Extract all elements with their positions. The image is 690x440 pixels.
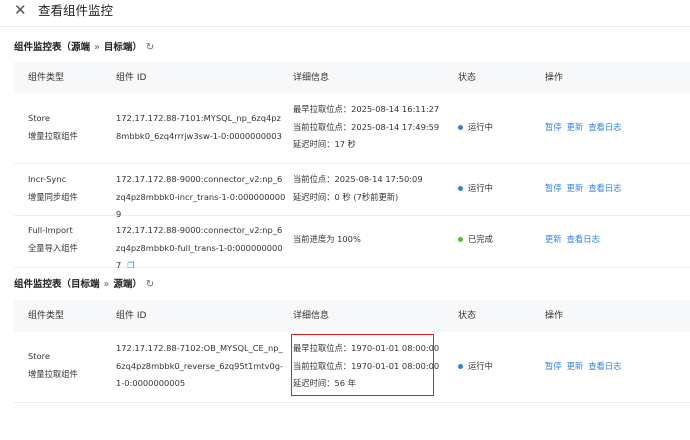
- pause-button[interactable]: 暂停: [545, 183, 562, 193]
- refresh-icon[interactable]: ↻: [146, 279, 154, 290]
- table-header: 组件类型 组件 ID 详细信息 状态 操作: [14, 62, 690, 94]
- status-badge: 运行中: [458, 180, 493, 198]
- column-header-id: 组件 ID: [116, 311, 147, 321]
- table-row: Full-Import 全量导入组件 172.17.172.88-9000:co…: [14, 216, 690, 270]
- column-header-type: 组件类型: [28, 73, 65, 83]
- component-type: Incr-Sync 增量同步组件: [28, 174, 78, 202]
- status-badge: 运行中: [458, 119, 493, 137]
- detail-info: 当前进度为 100%: [293, 234, 361, 244]
- detail-info: 当前位点：2025-08-14 17:50:09 延迟时间：0 秒 (7秒前更新…: [293, 174, 423, 202]
- row-actions: 暂停 更新 查看日志: [545, 358, 626, 376]
- dialog-header: ✕ 查看组件监控: [0, 0, 690, 27]
- view-log-button[interactable]: 查看日志: [588, 361, 621, 371]
- component-table-source: 组件类型 组件 ID 详细信息 状态 操作 Store 增量拉取组件 172.1…: [14, 62, 690, 270]
- highlight-box: [291, 334, 434, 396]
- view-log-button[interactable]: 查看日志: [588, 122, 621, 132]
- update-button[interactable]: 更新: [567, 122, 584, 132]
- column-header-status: 状态: [458, 73, 477, 83]
- view-log-button[interactable]: 查看日志: [588, 183, 621, 193]
- table-row: Incr-Sync 增量同步组件 172.17.172.88-9000:conn…: [14, 164, 690, 219]
- component-id: 172.17.172.88-9000:connector_v2:np_6zq4p…: [116, 225, 283, 270]
- status-dot-icon: [458, 186, 463, 192]
- detail-info: 最早拉取位点：2025-08-14 16:11:27 当前拉取位点：2025-0…: [293, 104, 440, 149]
- section-title-target-to-source: 组件监控表（目标端» 源端） ↻: [14, 279, 155, 290]
- update-button[interactable]: 更新: [545, 234, 562, 244]
- row-actions: 更新 查看日志: [545, 231, 605, 249]
- pause-button[interactable]: 暂停: [545, 122, 562, 132]
- column-header-status: 状态: [458, 311, 477, 321]
- status-badge: 已完成: [458, 231, 493, 249]
- status-dot-icon: [458, 237, 463, 243]
- copy-icon[interactable]: ❐: [127, 261, 134, 270]
- page-title: 查看组件监控: [38, 3, 114, 18]
- column-header-details: 详细信息: [293, 73, 330, 83]
- status-badge: 运行中: [458, 358, 493, 376]
- row-actions: 暂停 更新 查看日志: [545, 180, 626, 198]
- close-icon[interactable]: ✕: [14, 2, 27, 18]
- component-type: Full-Import 全量导入组件: [28, 225, 78, 253]
- table-header: 组件类型 组件 ID 详细信息 状态 操作: [14, 300, 690, 332]
- column-header-type: 组件类型: [28, 311, 65, 321]
- component-id: 172.17.172.88-7102:OB_MYSQL_CE_np_6zq4pz…: [116, 343, 284, 388]
- view-log-button[interactable]: 查看日志: [567, 234, 600, 244]
- status-dot-icon: [458, 125, 463, 131]
- status-dot-icon: [458, 364, 463, 370]
- component-type: Store 增量拉取组件: [28, 351, 78, 379]
- refresh-icon[interactable]: ↻: [146, 42, 154, 53]
- column-header-actions: 操作: [545, 73, 564, 83]
- column-header-id: 组件 ID: [116, 73, 147, 83]
- section-title-source-to-target: 组件监控表（源端» 目标端） ↻: [14, 42, 155, 53]
- column-header-actions: 操作: [545, 311, 564, 321]
- pause-button[interactable]: 暂停: [545, 361, 562, 371]
- component-type: Store 增量拉取组件: [28, 113, 78, 141]
- update-button[interactable]: 更新: [567, 183, 584, 193]
- component-id: 172.17.172.88-7101:MYSQL_np_6zq4pz8mbbk0…: [116, 113, 282, 141]
- table-row: Store 增量拉取组件 172.17.172.88-7101:MYSQL_np…: [14, 94, 690, 164]
- column-header-details: 详细信息: [293, 311, 330, 321]
- row-actions: 暂停 更新 查看日志: [545, 119, 626, 137]
- update-button[interactable]: 更新: [567, 361, 584, 371]
